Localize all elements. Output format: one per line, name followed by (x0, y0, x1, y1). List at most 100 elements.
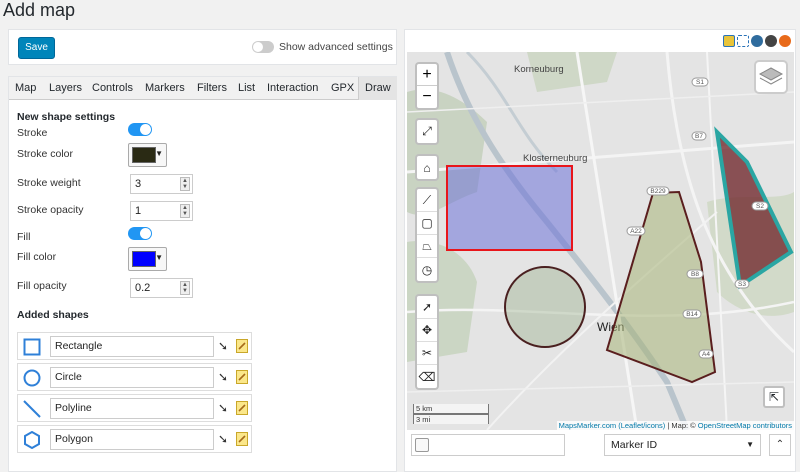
tab-gpx[interactable]: GPX (331, 77, 354, 100)
layers-control[interactable] (754, 60, 788, 94)
shape-name-input[interactable]: Polygon (50, 429, 214, 450)
edit-toolbar: ➚ ✥ ✂ ⌫ (415, 294, 439, 390)
stroke-color-picker[interactable]: ▼ (128, 143, 167, 167)
caret-down-icon: ▼ (746, 440, 754, 449)
polygon-icon (24, 431, 40, 449)
fill-color-label: Fill color (17, 251, 57, 263)
scale-mi: 3 mi (413, 414, 489, 424)
shape-name-input[interactable]: Circle (50, 367, 214, 388)
svg-text:S3: S3 (738, 281, 746, 288)
edit-icon[interactable] (236, 370, 248, 384)
road-shields: S1 B7 S2 B229 A22 B8 S3 B14 A4 (626, 77, 769, 359)
move-icon[interactable]: ✥ (417, 319, 437, 342)
circle-icon (23, 369, 41, 387)
map-panel: Korneuburg Klosterneuburg Wien S1 B7 S2 … (404, 29, 796, 472)
edit-icon[interactable] (236, 339, 248, 353)
tab-layers[interactable]: Layers (49, 77, 82, 100)
sort-select[interactable]: Marker ID ▼ (604, 434, 761, 456)
draw-toolbar: ⟋ ▢ ⏢ ◷ (415, 187, 439, 283)
tab-draw[interactable]: Draw (358, 77, 397, 100)
svg-text:B7: B7 (695, 133, 703, 140)
shape-row: Circle ➘ (17, 363, 252, 391)
svg-text:S1: S1 (696, 79, 704, 86)
search-icon (415, 438, 429, 452)
map-canvas[interactable]: Korneuburg Klosterneuburg Wien S1 B7 S2 … (407, 52, 794, 430)
sort-select-value: Marker ID (611, 439, 658, 451)
tab-map[interactable]: Map (15, 77, 36, 100)
caret-down-icon: ▼ (155, 149, 163, 158)
shape-row: Polygon ➘ (17, 425, 252, 453)
spinner-icon[interactable]: ▲ ▼ (180, 204, 190, 218)
added-shapes-heading: Added shapes (17, 309, 89, 321)
fill-color-swatch (132, 251, 156, 267)
fill-toggle[interactable] (128, 227, 152, 240)
tab-bar: Map Layers Controls Markers Filters List… (9, 77, 397, 100)
fullscreen-expand-icon[interactable]: ⤢ (417, 120, 437, 143)
zoom-to-shape-icon[interactable]: ➘ (218, 339, 228, 353)
settings-bar: Save Show advanced settings (8, 29, 397, 65)
stroke-opacity-input[interactable]: 1 ▲ ▼ (130, 201, 193, 221)
draw-polygon-icon[interactable]: ⏢ (417, 235, 437, 258)
draw-polyline-icon[interactable]: ⟋ (417, 189, 437, 212)
fill-color-picker[interactable]: ▼ (128, 247, 167, 271)
tab-interaction[interactable]: Interaction (267, 77, 318, 100)
collapse-map-icon[interactable]: ⇱ (763, 386, 785, 408)
edit-icon[interactable] (236, 401, 248, 415)
stroke-opacity-label: Stroke opacity (17, 204, 84, 216)
fill-opacity-value: 0.2 (135, 282, 151, 294)
qr-code-icon[interactable] (751, 35, 763, 47)
spinner-icon[interactable]: ▲ ▼ (180, 177, 190, 191)
save-button[interactable]: Save (18, 37, 55, 59)
map-toolbar (723, 35, 791, 47)
shape-name-input[interactable]: Polyline (50, 398, 214, 419)
shape-name-input[interactable]: Rectangle (50, 336, 214, 357)
tab-list[interactable]: List (238, 77, 255, 100)
stroke-toggle[interactable] (128, 123, 152, 136)
scale-km: 5 km (413, 404, 489, 414)
svg-text:A22: A22 (630, 228, 642, 235)
svg-text:B8: B8 (691, 271, 699, 278)
stroke-color-label: Stroke color (17, 148, 74, 160)
svg-text:A4: A4 (702, 351, 710, 358)
stroke-opacity-value: 1 (135, 205, 142, 217)
settings-panel: Map Layers Controls Markers Filters List… (8, 76, 397, 472)
rectangle-icon (23, 338, 41, 356)
zoom-to-shape-icon[interactable]: ➘ (218, 432, 228, 446)
advanced-settings-toggle[interactable] (252, 41, 274, 53)
edit-icon[interactable] (236, 432, 248, 446)
zoom-to-shape-icon[interactable]: ➘ (218, 370, 228, 384)
eraser-icon[interactable]: ⌫ (417, 365, 437, 388)
osm-link[interactable]: OpenStreetMap contributors (698, 421, 792, 430)
home-icon[interactable]: ⌂ (417, 156, 437, 179)
select-shape-icon[interactable]: ➚ (417, 296, 437, 319)
scroll-up-button[interactable]: ⌃ (769, 434, 791, 456)
geo-rss-icon[interactable] (765, 35, 777, 47)
fullscreen-control: ⤢ (415, 118, 439, 145)
stroke-label: Stroke (17, 127, 48, 139)
tab-controls[interactable]: Controls (92, 77, 133, 100)
attribution-link[interactable]: MapsMarker.com (Leaflet/icons) (559, 421, 666, 430)
zoom-to-shape-icon[interactable]: ➘ (218, 401, 228, 415)
tab-filters[interactable]: Filters (197, 77, 227, 100)
shape-row: Polyline ➘ (17, 394, 252, 422)
zoom-control: + − (415, 62, 439, 110)
cut-icon[interactable]: ✂ (417, 342, 437, 365)
draw-rectangle-icon[interactable]: ▢ (417, 212, 437, 235)
rss-icon[interactable] (779, 35, 791, 47)
kml-icon[interactable] (723, 35, 735, 47)
tab-markers[interactable]: Markers (145, 77, 185, 100)
fill-opacity-input[interactable]: 0.2 ▲ ▼ (130, 278, 193, 298)
advanced-settings-label: Show advanced settings (279, 41, 393, 53)
svg-text:S2: S2 (756, 203, 764, 210)
home-control: ⌂ (415, 154, 439, 181)
map-attribution: MapsMarker.com (Leaflet/icons) | Map: © … (556, 421, 794, 430)
scale-bar: 5 km 3 mi (413, 404, 489, 424)
draw-circle-icon[interactable]: ◷ (417, 258, 437, 281)
svg-text:B229: B229 (650, 188, 666, 195)
zoom-in-button[interactable]: + (417, 64, 437, 86)
zoom-out-button[interactable]: − (417, 86, 437, 108)
stroke-weight-input[interactable]: 3 ▲ ▼ (130, 174, 193, 194)
fullscreen-icon[interactable] (737, 35, 749, 47)
marker-search-input[interactable] (411, 434, 565, 456)
spinner-icon[interactable]: ▲ ▼ (180, 281, 190, 295)
